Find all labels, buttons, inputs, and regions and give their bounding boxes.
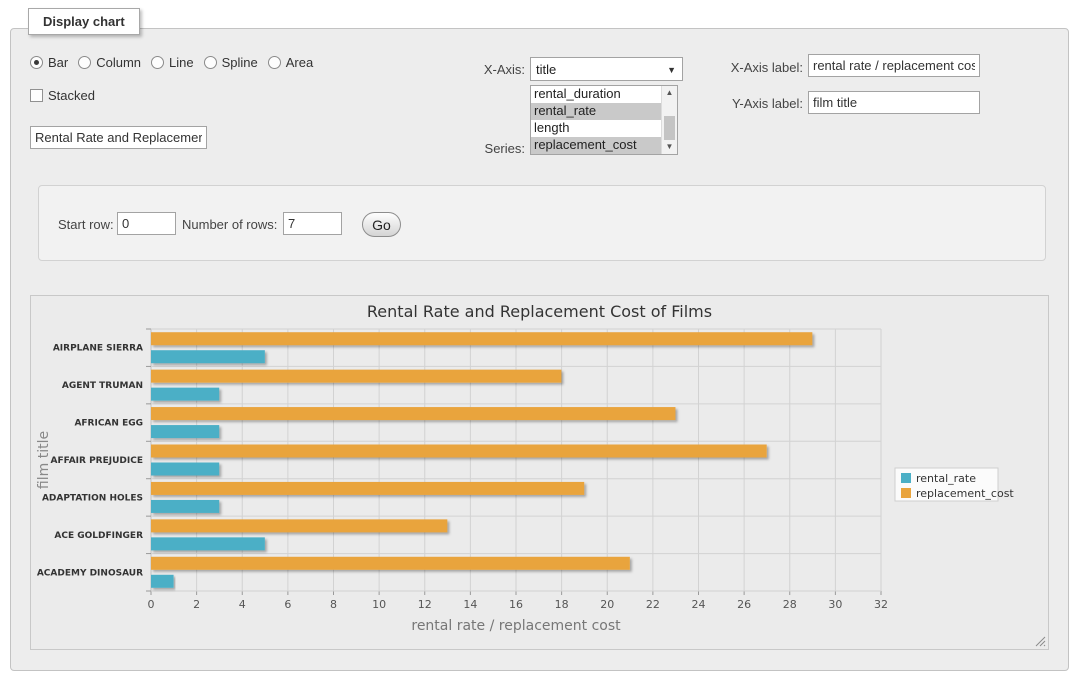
x-axis-title: rental rate / replacement cost <box>411 618 621 634</box>
legend-label[interactable]: replacement_cost <box>916 487 1014 500</box>
bar-rental_rate[interactable] <box>151 350 265 363</box>
chart-svg: 02468101214161820222426283032AIRPLANE SI… <box>31 296 1048 649</box>
series-option-replacement-cost[interactable]: replacement_cost <box>531 137 677 154</box>
bar-rental_rate[interactable] <box>151 500 219 513</box>
category-label: ADAPTATION HOLES <box>42 493 143 503</box>
checkbox-icon[interactable] <box>30 89 43 102</box>
series-caption: Series: <box>455 141 525 156</box>
radio-button-icon[interactable] <box>204 56 217 69</box>
number-of-rows-caption: Number of rows: <box>182 217 277 232</box>
radio-button-icon[interactable] <box>268 56 281 69</box>
chevron-down-icon: ▼ <box>667 65 676 75</box>
legend-swatch[interactable] <box>901 473 911 483</box>
bar-replacement_cost[interactable] <box>151 332 812 345</box>
number-of-rows-input[interactable] <box>283 212 342 235</box>
radio-label: Area <box>286 55 313 70</box>
x-tick-label: 26 <box>737 598 751 611</box>
x-tick-label: 6 <box>284 598 291 611</box>
radio-line[interactable]: Line <box>151 55 194 70</box>
x-axis-label-caption: X-Axis label: <box>703 60 803 75</box>
radio-label: Line <box>169 55 194 70</box>
y-axis-label-caption: Y-Axis label: <box>703 96 803 111</box>
x-tick-label: 10 <box>372 598 386 611</box>
x-tick-label: 18 <box>555 598 569 611</box>
radio-button-icon[interactable] <box>78 56 91 69</box>
bar-chart: 02468101214161820222426283032AIRPLANE SI… <box>31 296 1048 649</box>
x-axis-label-input[interactable] <box>808 54 980 77</box>
x-tick-label: 24 <box>692 598 706 611</box>
category-label: AFFAIR PREJUDICE <box>50 456 143 466</box>
y-axis-title: film title <box>36 431 52 489</box>
display-chart-tab: Display chart <box>28 8 140 35</box>
x-tick-label: 32 <box>874 598 888 611</box>
radio-label: Column <box>96 55 141 70</box>
series-listbox[interactable]: rental_duration rental_rate length repla… <box>530 85 678 155</box>
scrollbar[interactable]: ▲ ▼ <box>661 86 677 154</box>
scrollbar-thumb[interactable] <box>664 116 675 140</box>
go-button[interactable]: Go <box>362 212 401 237</box>
x-tick-label: 22 <box>646 598 660 611</box>
x-tick-label: 12 <box>418 598 432 611</box>
scroll-up-icon[interactable]: ▲ <box>662 86 677 100</box>
legend-swatch[interactable] <box>901 488 911 498</box>
x-tick-label: 30 <box>828 598 842 611</box>
series-option-rental-duration[interactable]: rental_duration <box>531 86 677 103</box>
legend-label[interactable]: rental_rate <box>916 472 976 485</box>
bar-rental_rate[interactable] <box>151 537 265 550</box>
stacked-label: Stacked <box>48 88 95 103</box>
radio-area[interactable]: Area <box>268 55 313 70</box>
x-axis-select[interactable]: title ▼ <box>530 57 683 81</box>
radio-label: Bar <box>48 55 68 70</box>
x-axis-selected-value: title <box>536 62 556 77</box>
series-option-length[interactable]: length <box>531 120 677 137</box>
category-label: AGENT TRUMAN <box>62 381 143 391</box>
bar-rental_rate[interactable] <box>151 463 219 476</box>
start-row-caption: Start row: <box>58 217 114 232</box>
stacked-checkbox-row[interactable]: Stacked <box>30 88 95 103</box>
panel-title: Display chart <box>43 14 125 29</box>
start-row-input[interactable] <box>117 212 176 235</box>
resize-handle-icon[interactable] <box>1035 636 1046 647</box>
bar-replacement_cost[interactable] <box>151 557 630 570</box>
chart-title-input[interactable] <box>30 126 207 149</box>
bar-replacement_cost[interactable] <box>151 407 675 420</box>
radio-button-icon[interactable] <box>151 56 164 69</box>
bar-rental_rate[interactable] <box>151 575 174 588</box>
bar-rental_rate[interactable] <box>151 425 219 438</box>
radio-spline[interactable]: Spline <box>204 55 258 70</box>
go-button-label: Go <box>372 217 391 233</box>
category-label: ACE GOLDFINGER <box>54 531 143 541</box>
chart-title: Rental Rate and Replacement Cost of Film… <box>367 302 712 321</box>
bar-rental_rate[interactable] <box>151 388 219 401</box>
bar-replacement_cost[interactable] <box>151 370 561 383</box>
radio-column[interactable]: Column <box>78 55 141 70</box>
radio-label: Spline <box>222 55 258 70</box>
category-label: AIRPLANE SIERRA <box>53 344 143 354</box>
x-tick-label: 16 <box>509 598 523 611</box>
series-option-rental-rate[interactable]: rental_rate <box>531 103 677 120</box>
radio-button-icon[interactable] <box>30 56 43 69</box>
bar-replacement_cost[interactable] <box>151 445 767 458</box>
category-label: AFRICAN EGG <box>74 419 143 429</box>
x-tick-label: 28 <box>783 598 797 611</box>
chart-container: 02468101214161820222426283032AIRPLANE SI… <box>30 295 1049 650</box>
x-tick-label: 2 <box>193 598 200 611</box>
x-tick-label: 4 <box>239 598 246 611</box>
x-tick-label: 14 <box>463 598 477 611</box>
scroll-down-icon[interactable]: ▼ <box>662 140 677 154</box>
x-tick-label: 0 <box>148 598 155 611</box>
x-tick-label: 20 <box>600 598 614 611</box>
radio-bar[interactable]: Bar <box>30 55 68 70</box>
category-label: ACADEMY DINOSAUR <box>37 568 143 578</box>
bar-replacement_cost[interactable] <box>151 482 584 495</box>
bar-replacement_cost[interactable] <box>151 519 447 532</box>
x-tick-label: 8 <box>330 598 337 611</box>
x-axis-caption: X-Axis: <box>455 62 525 77</box>
chart-type-radio-group: Bar Column Line Spline Area <box>30 55 313 70</box>
y-axis-label-input[interactable] <box>808 91 980 114</box>
